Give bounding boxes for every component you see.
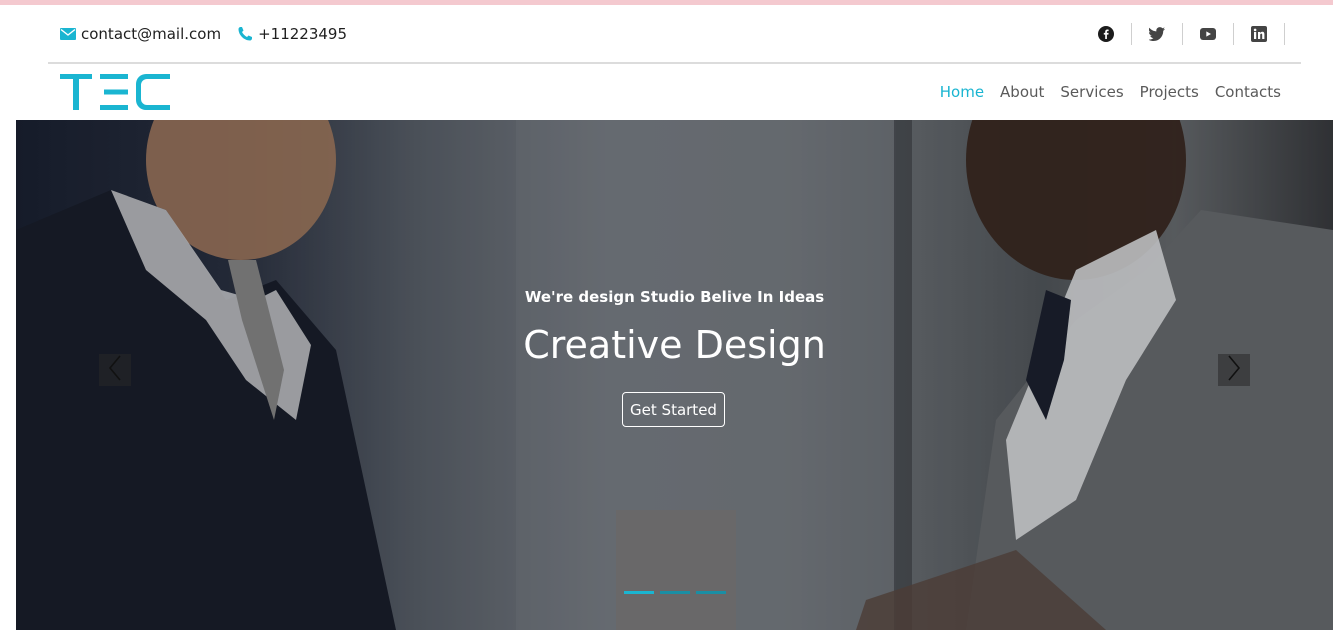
hero-carousel: We're design Studio Belive In Ideas Crea… xyxy=(16,120,1333,630)
carousel-indicators xyxy=(624,591,732,594)
brand-logo[interactable] xyxy=(60,74,172,112)
tec-logo-icon xyxy=(60,74,170,110)
contact-bar: contact@mail.com +11223495 xyxy=(60,22,363,46)
social-links xyxy=(1081,21,1285,47)
email-contact[interactable]: contact@mail.com xyxy=(60,25,221,43)
carousel-prev-button[interactable] xyxy=(99,354,131,386)
top-accent-strip xyxy=(0,0,1333,5)
chevron-left-icon xyxy=(108,355,122,385)
get-started-button[interactable]: Get Started xyxy=(622,392,725,427)
main-nav: Home About Services Projects Contacts xyxy=(924,80,1281,104)
phone-contact[interactable]: +11223495 xyxy=(237,25,347,43)
chevron-right-icon xyxy=(1227,355,1241,385)
hero-title: Creative Design xyxy=(523,323,826,367)
facebook-link[interactable] xyxy=(1081,23,1132,45)
hero-subtitle: We're design Studio Belive In Ideas xyxy=(524,288,825,306)
carousel-next-button[interactable] xyxy=(1218,354,1250,386)
youtube-link[interactable] xyxy=(1183,23,1234,45)
nav-projects[interactable]: Projects xyxy=(1140,83,1199,101)
facebook-icon xyxy=(1098,26,1114,42)
envelope-icon xyxy=(60,28,81,40)
linkedin-icon xyxy=(1251,26,1267,42)
phone-text: +11223495 xyxy=(258,25,347,43)
hero-overlay xyxy=(16,120,1333,630)
nav-contacts[interactable]: Contacts xyxy=(1215,83,1281,101)
header-divider xyxy=(48,62,1301,64)
phone-icon xyxy=(237,26,258,42)
carousel-indicator-2[interactable] xyxy=(660,591,690,594)
twitter-link[interactable] xyxy=(1132,23,1183,45)
twitter-icon xyxy=(1149,27,1165,41)
nav-about[interactable]: About xyxy=(1000,83,1044,101)
youtube-icon xyxy=(1200,28,1216,40)
nav-home[interactable]: Home xyxy=(940,83,984,101)
linkedin-link[interactable] xyxy=(1234,23,1285,45)
nav-services[interactable]: Services xyxy=(1060,83,1123,101)
email-text: contact@mail.com xyxy=(81,25,222,43)
carousel-indicator-1[interactable] xyxy=(624,591,654,594)
carousel-indicator-3[interactable] xyxy=(696,591,726,594)
